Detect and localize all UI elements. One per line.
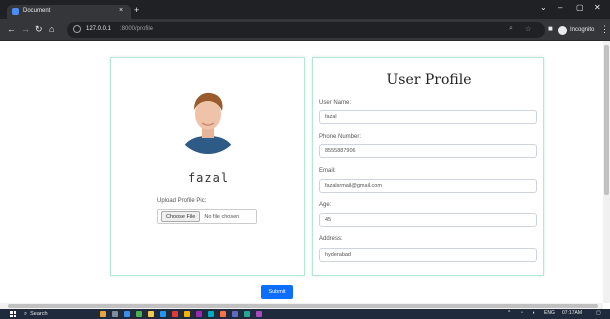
app-icon[interactable] [220, 311, 226, 317]
address-label: Address: [319, 236, 343, 242]
weather-icon[interactable] [100, 311, 106, 317]
taskbar-search[interactable]: ⌕ Search [24, 310, 90, 318]
file-upload-input[interactable]: Choose File No file chosen [157, 209, 257, 224]
info-icon[interactable] [73, 25, 81, 33]
phone-field[interactable]: 8555887906 [319, 144, 537, 158]
file-status: No file chosen [204, 213, 240, 220]
tray-chevron-icon[interactable]: ^ [508, 310, 510, 316]
url-host: 127.0.0.1 [86, 26, 112, 32]
email-field[interactable]: fazalsrmail@gmail.com [319, 179, 537, 193]
app-icon[interactable] [256, 311, 262, 317]
incognito-icon [558, 25, 567, 35]
browser-tab[interactable]: Document × [7, 5, 131, 19]
notification-icon[interactable]: ▢ [596, 310, 601, 316]
submit-button[interactable]: Submit [261, 285, 293, 299]
profile-username: fazal [187, 171, 230, 185]
profile-form-card: User Profile User Name: fazal Phone Numb… [312, 57, 544, 276]
new-tab-icon[interactable]: + [134, 6, 139, 15]
age-field[interactable]: 45 [319, 213, 537, 227]
volume-icon[interactable]: ◖ [532, 310, 535, 316]
tab-title: Document [23, 8, 51, 14]
app-icon[interactable] [196, 311, 202, 317]
store-icon[interactable] [136, 311, 142, 317]
home-icon[interactable]: ⌂ [49, 24, 54, 34]
favicon-icon [12, 8, 19, 15]
username-field[interactable]: fazal [319, 110, 537, 124]
edge-icon[interactable] [124, 311, 130, 317]
url-path: :8000/profile [120, 26, 154, 32]
profile-picture-card: fazal Upload Profile Pic: Choose File No… [110, 57, 305, 276]
app-icon[interactable] [232, 311, 238, 317]
menu-icon[interactable]: ⋮ [600, 24, 609, 35]
minimize-button[interactable]: – [558, 3, 562, 12]
page-title: User Profile [386, 72, 472, 88]
search-icon: ⌕ [24, 310, 28, 317]
close-window-button[interactable]: ✕ [594, 3, 601, 12]
language-indicator[interactable]: ENG [544, 310, 555, 316]
reload-icon[interactable]: ↻ [35, 24, 43, 34]
url-field[interactable]: 127.0.0.1 :8000/profile ⌕ ☆ [67, 22, 545, 38]
phone-label: Phone Number: [319, 134, 362, 140]
app-icon[interactable] [172, 311, 178, 317]
app-icon[interactable] [244, 311, 250, 317]
tab-close-icon[interactable]: × [119, 7, 123, 14]
windows-start-icon[interactable] [10, 311, 16, 317]
tab-search-icon[interactable]: ⌄ [540, 3, 547, 12]
network-icon[interactable]: ◔ [520, 310, 523, 316]
file-explorer-icon[interactable] [148, 311, 154, 317]
task-view-icon[interactable] [112, 311, 118, 317]
chrome-icon[interactable] [184, 311, 190, 317]
vscode-icon[interactable] [160, 311, 166, 317]
upload-label: Upload Profile Pic: [157, 198, 207, 204]
vertical-scrollbar[interactable] [603, 41, 610, 303]
incognito-badge[interactable]: Incognito [555, 24, 598, 36]
horizontal-scroll-thumb[interactable] [8, 304, 598, 308]
address-bar: ← → ↻ ⌂ 127.0.0.1 :8000/profile ⌕ ☆ ■ In… [0, 19, 610, 41]
username-label: User Name: [319, 100, 352, 106]
incognito-label: Incognito [570, 27, 595, 33]
back-icon[interactable]: ← [7, 24, 16, 34]
choose-file-button[interactable]: Choose File [161, 211, 201, 222]
email-label: Email: [319, 168, 336, 174]
forward-icon[interactable]: → [21, 24, 30, 34]
star-icon[interactable]: ☆ [525, 25, 531, 33]
age-label: Age: [319, 202, 332, 208]
extension-icon[interactable]: ■ [548, 24, 553, 34]
clock[interactable]: 07:17AM [562, 310, 582, 316]
maximize-button[interactable]: ▢ [576, 3, 584, 12]
app-icon[interactable] [208, 311, 214, 317]
browser-tab-bar: Document × + ⌄ – ▢ ✕ [0, 0, 610, 19]
address-field[interactable]: hyderabad [319, 248, 537, 262]
avatar [174, 86, 242, 154]
taskbar-search-label: Search [30, 311, 48, 317]
windows-taskbar: ⌕ Search ^ ◔ ◖ ENG 07:17AM ▢ [0, 309, 610, 319]
vertical-scroll-thumb[interactable] [604, 45, 609, 195]
zoom-icon[interactable]: ⌕ [509, 25, 513, 33]
